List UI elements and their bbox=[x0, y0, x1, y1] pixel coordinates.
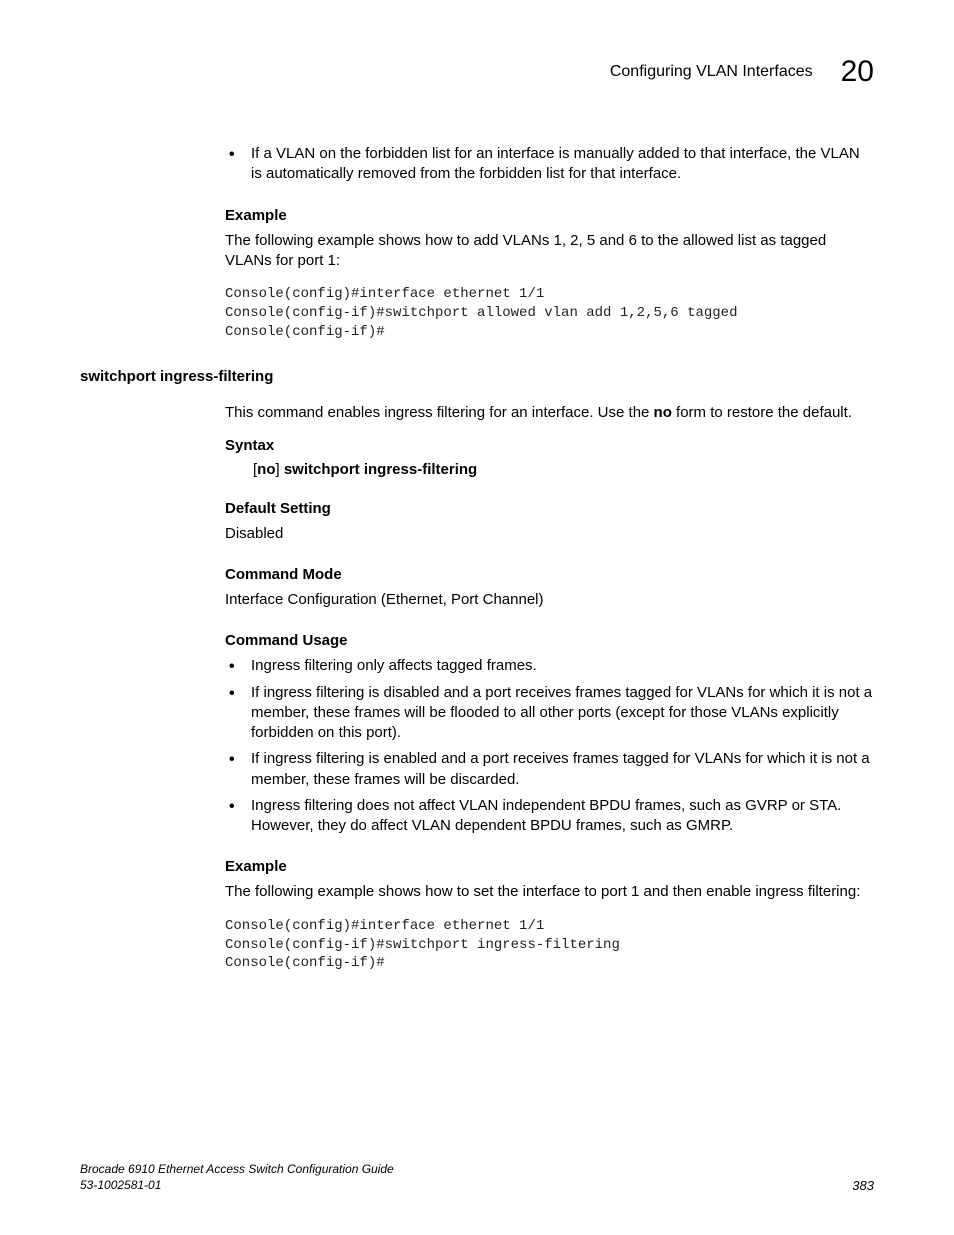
usage-heading: Command Usage bbox=[225, 632, 874, 649]
example2-para: The following example shows how to set t… bbox=[225, 882, 874, 902]
top-bullet-list: If a VLAN on the forbidden list for an i… bbox=[225, 144, 874, 185]
mode-heading: Command Mode bbox=[225, 566, 874, 583]
syntax-heading: Syntax bbox=[225, 437, 874, 454]
console-output: Console(config)#interface ethernet 1/1 C… bbox=[225, 285, 874, 342]
section-intro: This command enables ingress filtering f… bbox=[225, 403, 874, 423]
header-title: Configuring VLAN Interfaces bbox=[610, 63, 813, 81]
section-heading-ingress: switchport ingress-filtering bbox=[80, 368, 874, 385]
content-block-top: If a VLAN on the forbidden list for an i… bbox=[225, 144, 874, 342]
syntax-no: no bbox=[257, 461, 275, 478]
example-para: The following example shows how to add V… bbox=[225, 231, 874, 272]
list-item: Ingress filtering only affects tagged fr… bbox=[225, 656, 874, 676]
page: Configuring VLAN Interfaces 20 If a VLAN… bbox=[0, 0, 954, 1235]
intro-bold: no bbox=[654, 404, 672, 421]
mode-block: Command Mode Interface Configuration (Et… bbox=[225, 566, 874, 610]
syntax-cmd: switchport ingress-filtering bbox=[284, 461, 477, 478]
example2-heading: Example bbox=[225, 858, 874, 875]
console-output-2: Console(config)#interface ethernet 1/1 C… bbox=[225, 917, 874, 974]
default-block: Default Setting Disabled bbox=[225, 500, 874, 544]
footer-left: Brocade 6910 Ethernet Access Switch Conf… bbox=[80, 1161, 394, 1193]
footer-doc-number: 53-1002581-01 bbox=[80, 1177, 394, 1193]
syntax-block: Syntax [no] switchport ingress-filtering bbox=[225, 437, 874, 478]
page-footer: Brocade 6910 Ethernet Access Switch Conf… bbox=[80, 1161, 874, 1193]
example-heading: Example bbox=[225, 207, 874, 224]
syntax-line: [no] switchport ingress-filtering bbox=[253, 461, 874, 478]
list-item: If a VLAN on the forbidden list for an i… bbox=[225, 144, 874, 185]
default-value: Disabled bbox=[225, 524, 874, 544]
list-item: If ingress filtering is enabled and a po… bbox=[225, 749, 874, 790]
header-chapter-number: 20 bbox=[841, 55, 874, 89]
mode-value: Interface Configuration (Ethernet, Port … bbox=[225, 590, 874, 610]
footer-page-number: 383 bbox=[852, 1178, 874, 1193]
page-header: Configuring VLAN Interfaces 20 bbox=[80, 55, 874, 89]
syntax-bracket-close: ] bbox=[276, 461, 284, 478]
list-item: If ingress filtering is disabled and a p… bbox=[225, 683, 874, 744]
intro-post: form to restore the default. bbox=[672, 404, 852, 421]
content-block-section: This command enables ingress filtering f… bbox=[225, 403, 874, 974]
list-item: Ingress filtering does not affect VLAN i… bbox=[225, 796, 874, 837]
usage-list: Ingress filtering only affects tagged fr… bbox=[225, 656, 874, 836]
footer-doc-title: Brocade 6910 Ethernet Access Switch Conf… bbox=[80, 1161, 394, 1177]
intro-pre: This command enables ingress filtering f… bbox=[225, 404, 654, 421]
default-heading: Default Setting bbox=[225, 500, 874, 517]
